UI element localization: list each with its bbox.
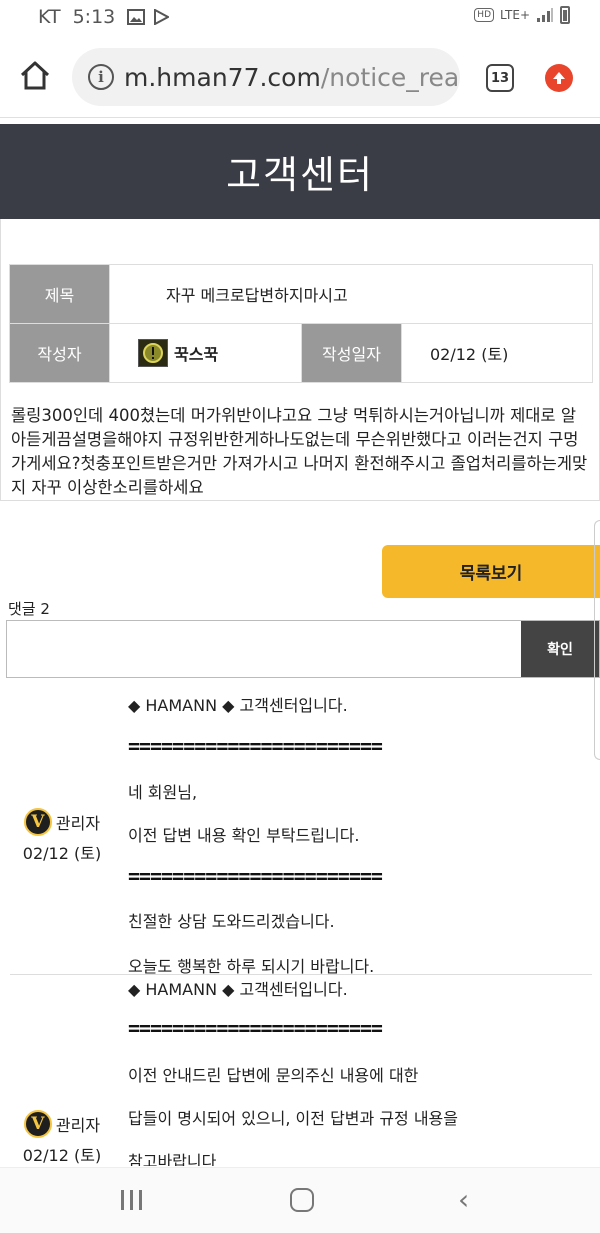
home-icon[interactable]	[18, 58, 52, 92]
comment-line: ◆ HAMANN ◆ 고객센터입니다.	[128, 980, 348, 999]
comment-line: 이전 안내드린 답변에 문의주신 내용에 대한	[128, 1066, 419, 1085]
comment-separator: =======================	[128, 734, 383, 758]
battery-icon	[560, 6, 570, 24]
author-row: 작성자 꾹스꾹 작성일자 02/12 (토)	[9, 323, 593, 383]
post-body: 롤링300인데 400쳤는데 머가위반이냐고요 그냥 먹튀하시는거아닙니까 제대…	[11, 406, 588, 497]
vip-badge-icon: V	[23, 1110, 52, 1138]
back-icon[interactable]: ‹	[458, 1186, 469, 1214]
page-header: 고객센터	[0, 124, 600, 219]
comment-line: 친절한 상담 도와드리겠습니다.	[128, 912, 335, 931]
confirm-button[interactable]: 확인	[521, 621, 599, 677]
carrier-label: KT	[38, 6, 61, 28]
comment-date: 02/12 (토)	[22, 1146, 102, 1165]
tab-switcher-button[interactable]: 13	[486, 64, 514, 92]
post-info-table: 제목 자꾸 메크로답변하지마시고 작성자 꾹스꾹 작성일자 02/12 (토)	[9, 264, 593, 383]
network-label: LTE+	[500, 8, 530, 22]
play-store-icon	[154, 9, 170, 25]
image-icon	[127, 9, 146, 25]
subject-label: 제목	[9, 264, 110, 324]
comment-item: V 관리자 02/12 (토) ◆ HAMANN ◆ 고객센터입니다. ====…	[0, 680, 600, 976]
comment-list: V 관리자 02/12 (토) ◆ HAMANN ◆ 고객센터입니다. ====…	[0, 680, 600, 1166]
comment-author: 관리자	[55, 1116, 101, 1135]
post-subject: 자꾸 메크로답변하지마시고	[109, 264, 593, 324]
comment-line: 답들이 명시되어 있으니, 이전 답변과 규정 내용을	[128, 1109, 459, 1128]
subject-row: 제목 자꾸 메크로답변하지마시고	[9, 264, 593, 324]
comment-line: ◆ HAMANN ◆ 고객센터입니다.	[128, 696, 348, 715]
comment-line: 참고바랍니다	[128, 1152, 217, 1166]
list-button[interactable]: 목록보기	[382, 545, 600, 598]
recent-apps-icon[interactable]	[121, 1190, 142, 1210]
system-nav-bar: ‹	[0, 1167, 600, 1233]
comment-form: 확인	[6, 620, 600, 678]
browser-toolbar: i m.hman77.com/notice_read 13	[0, 36, 600, 118]
comment-meta: V 관리자 02/12 (토)	[14, 808, 110, 864]
hd-badge: HD	[474, 8, 494, 22]
comment-meta: V 관리자 02/12 (토)	[14, 1110, 110, 1166]
status-left: KT 5:13	[38, 6, 170, 28]
signal-icon	[537, 8, 553, 22]
url-path: /notice_read	[320, 62, 460, 92]
scroll-indicator[interactable]	[594, 520, 600, 760]
post-panel: 제목 자꾸 메크로답변하지마시고 작성자 꾹스꾹 작성일자 02/12 (토) …	[0, 219, 600, 501]
post-date: 02/12 (토)	[401, 323, 593, 383]
comment-line: 이전 답변 내용 확인 부탁드립니다.	[128, 826, 360, 845]
clock: 5:13	[72, 6, 116, 28]
author-cell: 꾹스꾹	[109, 323, 302, 383]
comment-separator: =======================	[128, 1016, 383, 1040]
status-bar: KT 5:13 HD LTE+	[0, 0, 600, 36]
comment-count: 댓글 2	[8, 600, 50, 618]
date-label: 작성일자	[301, 323, 402, 383]
address-bar[interactable]: i m.hman77.com/notice_read	[72, 48, 460, 106]
upload-icon[interactable]	[545, 64, 573, 92]
post-author: 꾹스꾹	[174, 345, 219, 364]
comment-divider	[10, 974, 592, 975]
author-label: 작성자	[9, 323, 110, 383]
comment-author: 관리자	[55, 814, 101, 833]
notification-icons	[127, 9, 170, 25]
arrow-up-icon	[553, 72, 565, 84]
comment-line: 네 회원님,	[128, 783, 198, 802]
comment-separator: =======================	[128, 864, 383, 888]
comment-input[interactable]	[7, 621, 521, 677]
home-nav-icon[interactable]	[290, 1188, 314, 1212]
page-title: 고객센터	[226, 153, 374, 197]
site-info-icon[interactable]: i	[88, 64, 114, 90]
comment-item: V 관리자 02/12 (토) ◆ HAMANN ◆ 고객센터입니다. ====…	[0, 976, 600, 1166]
url-host: m.hman77.com	[124, 62, 321, 92]
vip-badge-icon: V	[23, 808, 52, 836]
author-level-icon	[138, 339, 168, 367]
status-right: HD LTE+	[474, 6, 570, 24]
comment-date: 02/12 (토)	[22, 844, 102, 863]
